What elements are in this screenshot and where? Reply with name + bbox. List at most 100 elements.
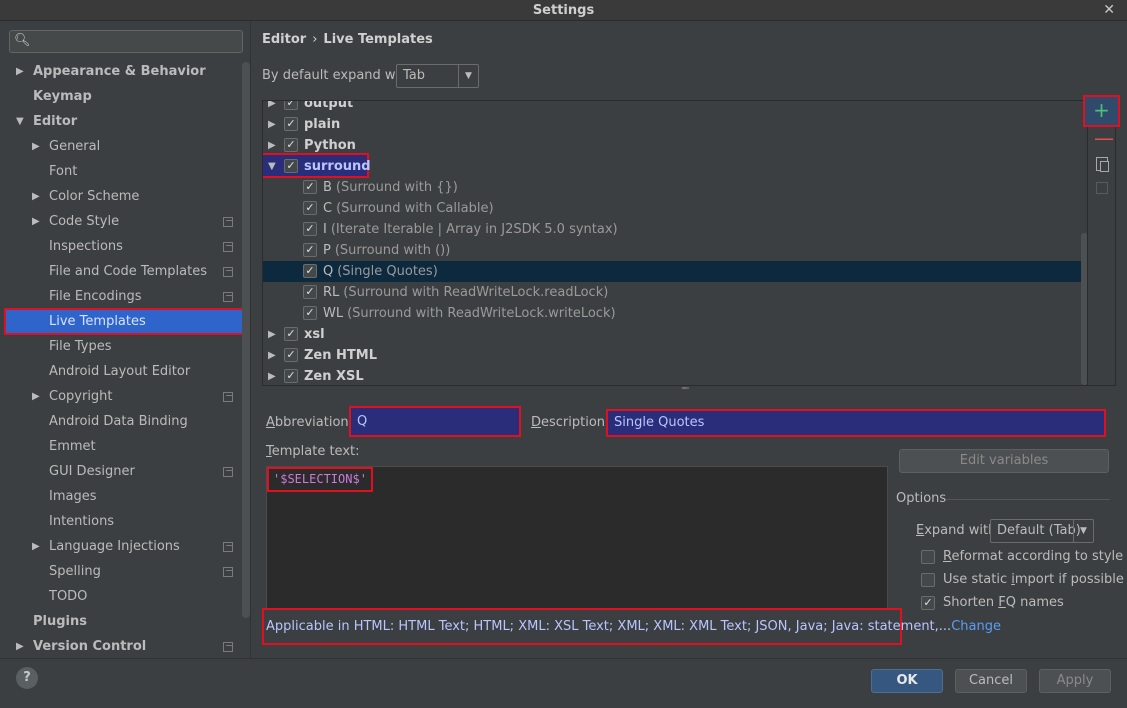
template-name: plain — [304, 117, 341, 132]
template-text-editor[interactable]: '$SELECTION$' — [266, 466, 888, 610]
sidebar-item-language-injections[interactable]: Language Injections — [49, 536, 180, 558]
sidebar-item-inspections[interactable]: Inspections — [49, 236, 123, 258]
sidebar-item-color-scheme[interactable]: Color Scheme — [49, 186, 139, 208]
add-template-button[interactable]: + — [1083, 95, 1120, 127]
settings-search-input[interactable]: 🔍︎ — [9, 30, 243, 53]
apply-button[interactable]: Apply — [1039, 669, 1111, 693]
expand-right-icon[interactable]: ▶ — [268, 114, 276, 135]
expand-right-icon[interactable]: ▶ — [268, 101, 276, 114]
template-enabled-checkbox[interactable]: ✓ — [284, 101, 298, 110]
sidebar-item-code-style[interactable]: Code Style — [49, 211, 119, 233]
sidebar-item-appearance-behavior[interactable]: Appearance & Behavior — [33, 61, 206, 83]
sidebar-item-copyright[interactable]: Copyright — [49, 386, 113, 408]
sidebar-item-font[interactable]: Font — [49, 161, 77, 183]
expand-right-icon[interactable]: ▶ — [32, 541, 40, 552]
expand-right-icon[interactable]: ▶ — [268, 345, 276, 366]
sidebar-item-intentions[interactable]: Intentions — [49, 511, 114, 533]
sidebar-item-version-control[interactable]: Version Control — [33, 636, 146, 658]
sidebar-item-android-data-binding[interactable]: Android Data Binding — [49, 411, 188, 433]
sidebar-item-images[interactable]: Images — [49, 486, 97, 508]
cancel-button[interactable]: Cancel — [955, 669, 1027, 693]
template-enabled-checkbox[interactable]: ✓ — [303, 264, 317, 278]
template-enabled-checkbox[interactable]: ✓ — [284, 327, 298, 341]
template-row[interactable]: ✓ Q (Single Quotes) — [263, 261, 1087, 282]
ok-button[interactable]: OK — [871, 669, 943, 693]
template-enabled-checkbox[interactable]: ✓ — [303, 243, 317, 257]
template-description: (Single Quotes) — [337, 264, 438, 279]
template-label: xsl — [304, 324, 325, 345]
sidebar-item-editor[interactable]: Editor — [33, 111, 77, 133]
reformat-label: Reformat according to style — [943, 549, 1124, 564]
shorten-fq-checkbox[interactable]: ✓ — [921, 596, 935, 610]
template-group-row[interactable]: ▶ ✓ xsl — [263, 324, 1087, 345]
template-description: (Surround with {}) — [335, 180, 458, 195]
expand-right-icon[interactable]: ▶ — [268, 366, 276, 385]
splitter-handle[interactable]: '''''' — [681, 386, 689, 395]
description-input[interactable]: Single Quotes — [606, 409, 1106, 437]
expand-down-icon[interactable]: ▼ — [16, 116, 24, 127]
expand-right-icon[interactable]: ▶ — [32, 141, 40, 152]
reformat-checkbox[interactable] — [921, 550, 935, 564]
settings-sidebar: 🔍︎ ▶ Appearance & Behavior Keymap ▼ Editor ▶ G… — [0, 22, 251, 658]
template-enabled-checkbox[interactable]: ✓ — [284, 348, 298, 362]
template-group-row[interactable]: ▶ ✓ Zen HTML — [263, 345, 1087, 366]
sidebar-item-live-templates[interactable]: Live Templates — [49, 311, 146, 333]
remove-template-button[interactable]: — — [1094, 128, 1114, 148]
template-group-row[interactable]: ▶ ✓ plain — [263, 114, 1087, 135]
sidebar-item-keymap[interactable]: Keymap — [33, 86, 92, 108]
close-icon[interactable]: ✕ — [1103, 0, 1115, 21]
project-scope-icon — [223, 292, 233, 302]
sidebar-item-spelling[interactable]: Spelling — [49, 561, 101, 583]
template-enabled-checkbox[interactable]: ✓ — [284, 117, 298, 131]
template-row[interactable]: ✓ WL (Surround with ReadWriteLock.writeLoc… — [263, 303, 1087, 324]
template-group-row[interactable]: ▶ ✓ output — [263, 101, 1087, 114]
expand-right-icon[interactable]: ▶ — [268, 324, 276, 345]
sidebar-item-android-layout-editor[interactable]: Android Layout Editor — [49, 361, 190, 383]
sidebar-item-plugins[interactable]: Plugins — [33, 611, 87, 633]
sidebar-item-general[interactable]: General — [49, 136, 100, 158]
template-enabled-checkbox[interactable]: ✓ — [303, 285, 317, 299]
template-text-value[interactable]: '$SELECTION$' — [267, 467, 373, 492]
template-enabled-checkbox[interactable]: ✓ — [303, 201, 317, 215]
template-row[interactable]: ✓ RL (Surround with ReadWriteLock.readLock… — [263, 282, 1087, 303]
template-name: RL — [323, 285, 340, 300]
template-enabled-checkbox[interactable]: ✓ — [284, 138, 298, 152]
expand-with-select[interactable]: Default (Tab) ▼ — [990, 519, 1094, 543]
expand-right-icon[interactable]: ▶ — [32, 216, 40, 227]
change-contexts-link[interactable]: Change — [951, 619, 1001, 634]
template-row[interactable]: ✓ I (Iterate Iterable | Array in J2SDK 5.0… — [263, 219, 1087, 240]
expand-right-icon[interactable]: ▶ — [16, 66, 24, 77]
expand-right-icon[interactable]: ▶ — [32, 191, 40, 202]
template-enabled-checkbox[interactable]: ✓ — [303, 222, 317, 236]
breadcrumb-separator: › — [312, 32, 318, 47]
copy-icon[interactable] — [1096, 157, 1109, 172]
template-label: plain — [304, 114, 340, 135]
template-enabled-checkbox[interactable]: ✓ — [303, 180, 317, 194]
expand-down-icon[interactable]: ▼ — [268, 156, 276, 177]
template-enabled-checkbox[interactable]: ✓ — [284, 159, 298, 173]
template-group-row[interactable]: ▶ ✓ Zen XSL — [263, 366, 1087, 385]
sidebar-item-file-and-code-templates[interactable]: File and Code Templates — [49, 261, 207, 283]
static-import-checkbox[interactable] — [921, 573, 935, 587]
template-row[interactable]: ✓ P (Surround with ()) — [263, 240, 1087, 261]
tree-scrollbar[interactable] — [1081, 233, 1087, 385]
default-expand-select[interactable]: Tab ▼ — [396, 64, 479, 88]
expand-right-icon[interactable]: ▶ — [16, 641, 24, 652]
expand-right-icon[interactable]: ▶ — [32, 391, 40, 402]
help-icon[interactable]: ? — [16, 667, 38, 689]
template-group-row[interactable]: ▶ ✓ Python — [263, 135, 1087, 156]
sidebar-item-gui-designer[interactable]: GUI Designer — [49, 461, 135, 483]
sidebar-item-file-encodings[interactable]: File Encodings — [49, 286, 142, 308]
breadcrumb-editor[interactable]: Editor — [262, 32, 306, 47]
template-enabled-checkbox[interactable]: ✓ — [284, 369, 298, 383]
sidebar-item-file-types[interactable]: File Types — [49, 336, 112, 358]
template-row[interactable]: ✓ B (Surround with {}) — [263, 177, 1087, 198]
sidebar-item-emmet[interactable]: Emmet — [49, 436, 96, 458]
template-group-row[interactable]: ▼ ✓ surround — [263, 153, 1087, 178]
sidebar-item-todo[interactable]: TODO — [49, 586, 87, 608]
template-row[interactable]: ✓ C (Surround with Callable) — [263, 198, 1087, 219]
abbreviation-input[interactable]: Q — [349, 406, 521, 437]
sidebar-scrollbar[interactable] — [242, 62, 250, 618]
edit-variables-button[interactable]: Edit variables — [899, 449, 1109, 473]
template-enabled-checkbox[interactable]: ✓ — [303, 306, 317, 320]
